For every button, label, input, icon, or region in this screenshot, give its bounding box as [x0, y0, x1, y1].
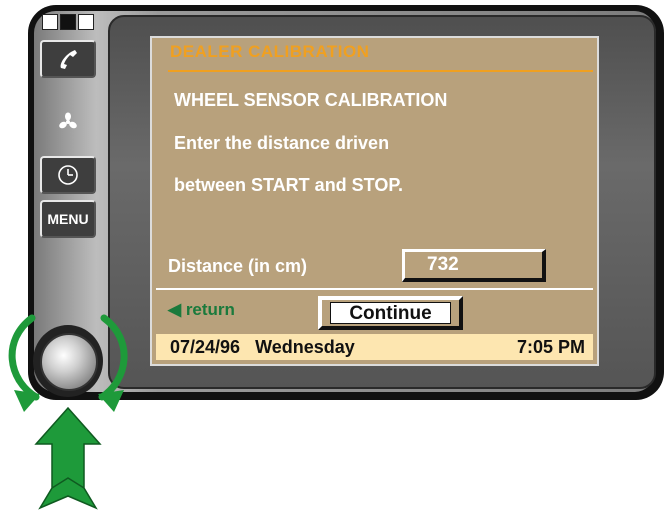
section-divider [156, 288, 593, 290]
instruction-line-1: Enter the distance driven [174, 133, 390, 153]
menu-button[interactable]: MENU [40, 200, 96, 238]
indicator-light [42, 14, 58, 30]
indicator-light [60, 14, 76, 30]
push-arrow-icon [34, 406, 102, 510]
status-date: 07/24/96 [170, 336, 241, 357]
menu-label: MENU [47, 211, 89, 227]
instruction-line-2: between START and STOP. [174, 175, 404, 195]
screen-title: DEALER CALIBRATION [170, 42, 370, 61]
return-link[interactable]: ◀ return [168, 300, 235, 320]
title-divider [168, 70, 593, 72]
status-time: 7:05 PM [516, 336, 585, 357]
distance-field[interactable]: 732 [402, 249, 546, 282]
back-arrow-icon: ◀ [168, 300, 182, 319]
distance-value: 732 [427, 254, 459, 275]
lcd-screen: DEALER CALIBRATION WHEEL SENSOR CALIBRAT… [150, 36, 599, 366]
knob-gesture-arrows [8, 314, 128, 510]
fan-icon [58, 112, 78, 132]
status-day: Wednesday [255, 336, 355, 357]
distance-label: Distance (in cm) [168, 256, 308, 276]
return-label: return [185, 300, 235, 319]
phone-button[interactable] [40, 40, 96, 78]
continue-label: Continue [330, 302, 451, 324]
rotate-arrows-icon [8, 314, 128, 412]
page-heading: WHEEL SENSOR CALIBRATION [174, 90, 448, 110]
phone-icon [60, 50, 77, 69]
clock-button[interactable] [40, 156, 96, 194]
clock-icon [58, 165, 78, 185]
status-bar: 07/24/96 Wednesday 7:05 PM [156, 334, 593, 360]
status-indicators [42, 14, 98, 30]
indicator-light [78, 14, 94, 30]
continue-button[interactable]: Continue [318, 296, 463, 330]
